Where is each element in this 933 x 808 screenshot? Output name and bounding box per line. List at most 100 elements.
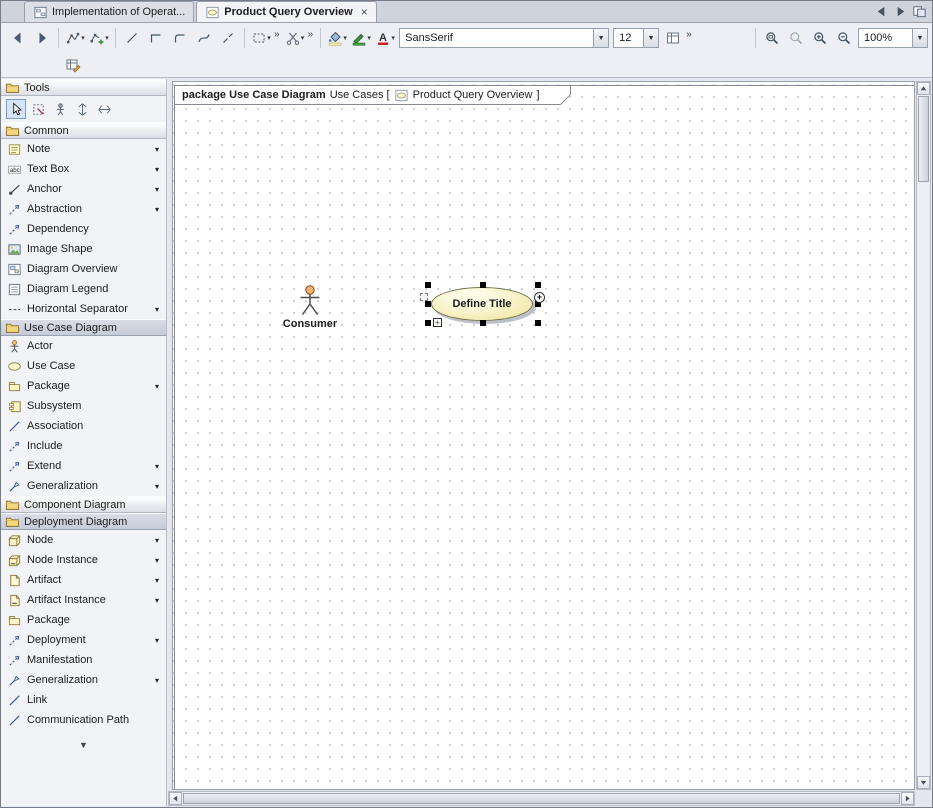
horizontal-scroll-thumb[interactable] <box>183 793 900 804</box>
vertical-scrollbar[interactable] <box>916 81 931 790</box>
palette-item-extend[interactable]: Extend▾ <box>1 456 166 476</box>
palette-section-common[interactable]: Common <box>1 122 166 139</box>
sticky-tool[interactable] <box>28 99 48 119</box>
palette-item-link[interactable]: Link <box>1 690 166 710</box>
back-button[interactable] <box>6 27 30 49</box>
chevron-down-icon[interactable]: ▾ <box>367 34 371 42</box>
overflow-chevron-icon[interactable]: » <box>686 29 692 40</box>
palette-item-node[interactable]: Node▾ <box>1 530 166 550</box>
palette-item-dependency[interactable]: Dependency <box>1 219 166 239</box>
chevron-down-icon[interactable]: ▾ <box>155 676 162 685</box>
palette-item-actor[interactable]: Actor <box>1 336 166 356</box>
chevron-down-icon[interactable]: ▾ <box>155 305 162 314</box>
chevron-down-icon[interactable]: ▾ <box>301 34 305 42</box>
selection-handle-bottom-middle[interactable] <box>480 320 486 326</box>
diagram-canvas[interactable]: package Use Case Diagram Use Cases [ Pro… <box>172 81 915 790</box>
chevron-down-icon[interactable]: ▾ <box>155 596 162 605</box>
palette-item-artifact-instance[interactable]: Artifact Instance▾ <box>1 590 166 610</box>
selection-handle-top-right[interactable] <box>535 282 541 288</box>
usecase-element-define-title[interactable]: Define Title + + <box>428 285 538 323</box>
marquee-select-button[interactable]: ▾ <box>249 27 273 49</box>
zoom-fit-button[interactable] <box>784 27 808 49</box>
chevron-down-icon[interactable]: ▾ <box>155 205 162 214</box>
chevron-down-icon[interactable]: ▾ <box>155 636 162 645</box>
palette-item-horizontal-separator[interactable]: Horizontal Separator▾ <box>1 299 166 319</box>
selection-handle-middle-left[interactable] <box>425 301 431 307</box>
cut-button[interactable]: ▾ <box>283 27 307 49</box>
scroll-left-button[interactable] <box>169 792 182 805</box>
chevron-down-icon[interactable]: ▾ <box>155 145 162 154</box>
fill-color-button[interactable]: ▾ <box>325 27 349 49</box>
chevron-down-icon[interactable]: ▾ <box>343 34 347 42</box>
symbol-properties-button[interactable] <box>661 27 685 49</box>
zoom-level-combo[interactable]: 100% ▼ <box>858 28 928 48</box>
palette-item-text-box[interactable]: Text Box▾ <box>1 159 166 179</box>
palette-item-note[interactable]: Note▾ <box>1 139 166 159</box>
palette-item-node-instance[interactable]: Node Instance▾ <box>1 550 166 570</box>
chevron-down-icon[interactable]: ▾ <box>155 382 162 391</box>
zoom-in-button[interactable] <box>808 27 832 49</box>
rounded-path-style-button[interactable] <box>168 27 192 49</box>
vertical-split-tool[interactable] <box>72 99 92 119</box>
scroll-up-button[interactable] <box>917 82 930 95</box>
chevron-down-icon[interactable]: ▾ <box>391 34 395 42</box>
tab-implementation-of-operations[interactable]: Implementation of Operat... <box>24 1 194 22</box>
curved-path-style-button[interactable] <box>192 27 216 49</box>
chevron-down-icon[interactable]: ▾ <box>81 34 85 42</box>
chevron-down-icon[interactable]: ▾ <box>267 34 271 42</box>
diagram-frame-header[interactable]: package Use Case Diagram Use Cases [ Pro… <box>174 85 572 105</box>
palette-section-deployment-diagram[interactable]: Deployment Diagram <box>1 513 166 530</box>
selection-handle-bottom-left[interactable] <box>425 320 431 326</box>
smart-manipulator-expand-icon[interactable]: + <box>433 318 442 327</box>
selection-handle-bottom-right[interactable] <box>535 320 541 326</box>
palette-item-diagram-legend[interactable]: Diagram Legend <box>1 279 166 299</box>
palette-section-component-diagram[interactable]: Component Diagram <box>1 496 166 513</box>
palette-item-include[interactable]: Include <box>1 436 166 456</box>
palette-item-use-case[interactable]: Use Case <box>1 356 166 376</box>
palette-item-communication-path[interactable]: Communication Path <box>1 710 166 730</box>
chevron-down-icon[interactable]: ▾ <box>155 165 162 174</box>
chevron-down-icon[interactable]: ▾ <box>105 34 109 42</box>
close-tab-icon[interactable]: × <box>361 7 368 17</box>
chevron-down-icon[interactable]: ▼ <box>593 29 608 47</box>
window-list-icon[interactable] <box>912 4 927 19</box>
actor-element-consumer[interactable]: Consumer <box>281 285 339 330</box>
font-family-combo[interactable]: SansSerif ▼ <box>399 28 609 48</box>
overflow-chevron-icon[interactable]: » <box>308 29 314 40</box>
select-tool[interactable] <box>6 99 26 119</box>
palette-item-generalization[interactable]: Generalization▾ <box>1 670 166 690</box>
chevron-down-icon[interactable]: ▾ <box>155 482 162 491</box>
palette-item-abstraction[interactable]: Abstraction▾ <box>1 199 166 219</box>
palette-item-artifact[interactable]: Artifact▾ <box>1 570 166 590</box>
smart-manipulator-move-icon[interactable] <box>420 293 428 301</box>
horizontal-split-tool[interactable] <box>94 99 114 119</box>
vertical-scroll-thumb[interactable] <box>918 96 929 182</box>
palette-item-package[interactable]: Package <box>1 610 166 630</box>
add-path-point-tool-button[interactable]: ▾ <box>87 27 111 49</box>
palette-section-tools[interactable]: Tools <box>1 79 166 96</box>
smart-manipulator-add-icon[interactable]: + <box>534 292 545 303</box>
zoom-region-button[interactable] <box>760 27 784 49</box>
diagram-properties-button[interactable] <box>61 54 85 76</box>
chevron-down-icon[interactable]: ▾ <box>155 556 162 565</box>
palette-section-use-case-diagram[interactable]: Use Case Diagram <box>1 319 166 336</box>
selection-handle-top-middle[interactable] <box>480 282 486 288</box>
rectilinear-path-style-button[interactable] <box>144 27 168 49</box>
chevron-down-icon[interactable]: ▼ <box>912 29 927 47</box>
palette-item-subsystem[interactable]: Subsystem <box>1 396 166 416</box>
overflow-chevron-icon[interactable]: » <box>274 29 280 40</box>
palette-item-association[interactable]: Association <box>1 416 166 436</box>
zoom-out-button[interactable] <box>832 27 856 49</box>
chevron-down-icon[interactable]: ▾ <box>155 185 162 194</box>
next-tab-icon[interactable] <box>893 4 908 19</box>
tab-product-query-overview[interactable]: Product Query Overview × <box>196 1 376 22</box>
horizontal-scrollbar[interactable] <box>168 791 915 806</box>
scroll-down-button[interactable] <box>917 776 930 789</box>
selection-handle-top-left[interactable] <box>425 282 431 288</box>
palette-scroll-down-icon[interactable]: ▼ <box>1 738 166 752</box>
font-color-button[interactable]: ▾ <box>373 27 397 49</box>
line-color-button[interactable]: ▾ <box>349 27 373 49</box>
font-size-combo[interactable]: 12 ▼ <box>613 28 659 48</box>
chevron-down-icon[interactable]: ▾ <box>155 536 162 545</box>
palette-item-diagram-overview[interactable]: Diagram Overview <box>1 259 166 279</box>
